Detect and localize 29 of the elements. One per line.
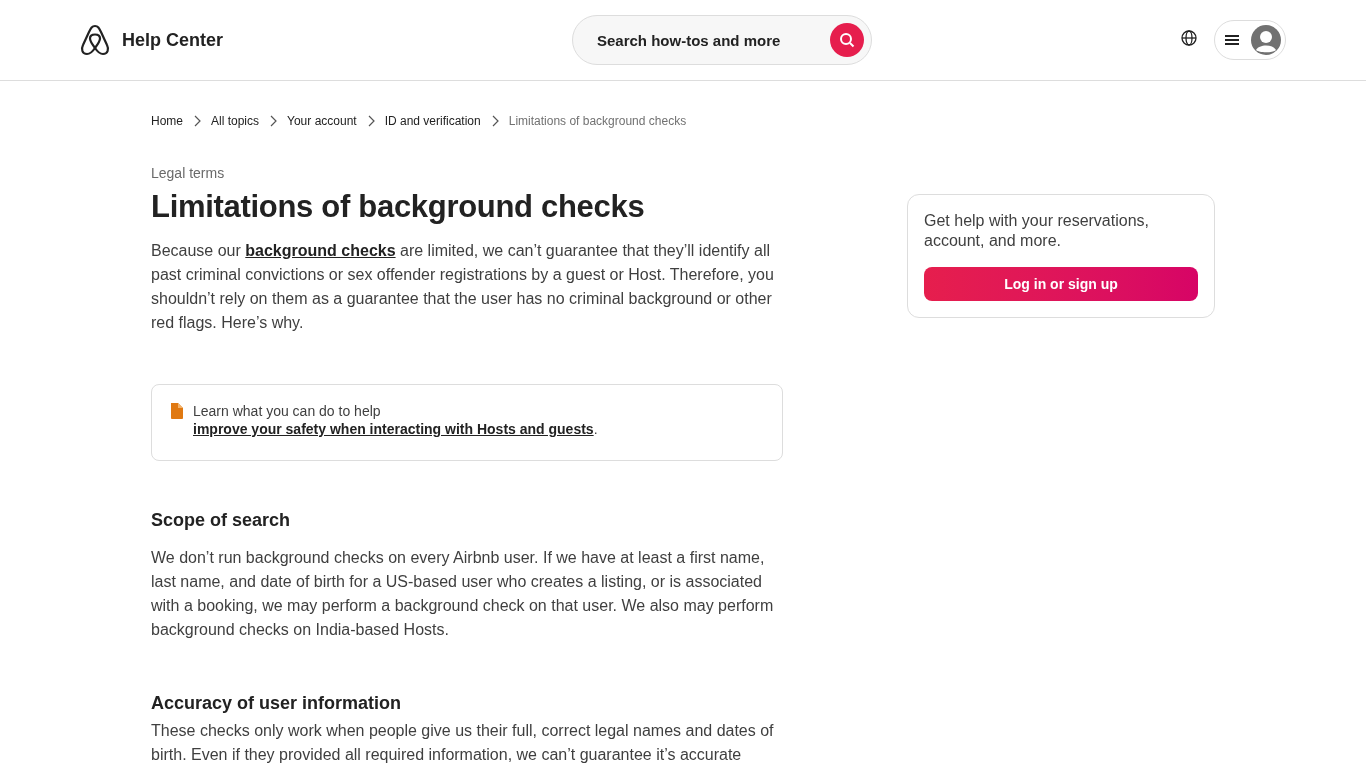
document-icon [170,403,184,419]
section-heading: Scope of search [151,509,292,532]
breadcrumb-link[interactable]: Home [151,112,183,130]
avatar-icon [1251,25,1281,55]
background-checks-link[interactable]: background checks [245,242,396,259]
breadcrumb-link[interactable]: Limitations of background checks [508,112,687,130]
safety-link[interactable]: improve your safety when interacting with Hosts and guests [193,421,594,437]
category-label: Legal terms [151,164,226,183]
search-icon [839,32,855,48]
section-paragraph: We don’t run background checks on every Airbnb user. If we have at least a first name, last name, and date of birth for a US-based user who creates a listing, or is associated with a booking, we may perform a background check on that user. We also may perform background checks on India-based Hosts. [151,548,775,640]
menu-icon [1225,34,1239,46]
article-title: Limitations of background checks [151,188,646,226]
intro-paragraph: Because our background checks are limited, we can’t guarantee that they’ll identify all past criminal convictions or sex offender registrations by a guest or Host. Therefore, you shouldn’t rely on them as a guarantee that the user has no criminal background or other red flags. Here’s why. [151,241,775,333]
help-text: Get help with your reservations, account, and more. [924,211,1150,251]
login-button[interactable]: Log in or sign up [924,267,1198,301]
section-paragraph: These checks only work when people give us their full, correct legal names and dates of birth. Even if they provided all required information, we can’t guarantee it’s accurate [151,721,775,765]
chevron-icon [490,115,499,127]
chevron-icon [269,115,278,127]
search-field[interactable]: Search how-tos and more [572,15,872,65]
globe-icon[interactable] [1181,30,1197,46]
chevron-icon [193,115,201,127]
breadcrumb-link[interactable]: Your account [287,112,357,130]
logo-icon[interactable] [80,24,110,56]
section-heading: Accuracy of user information [151,692,403,715]
chevron-icon [366,115,375,127]
callout-text: Learn what you can do to help improve your safety when interacting with Hosts and guests. [193,402,599,438]
site-title[interactable]: Help Center [122,26,224,54]
breadcrumb-link[interactable]: ID and verification [384,112,481,130]
breadcrumb-link[interactable]: All topics [211,112,260,130]
